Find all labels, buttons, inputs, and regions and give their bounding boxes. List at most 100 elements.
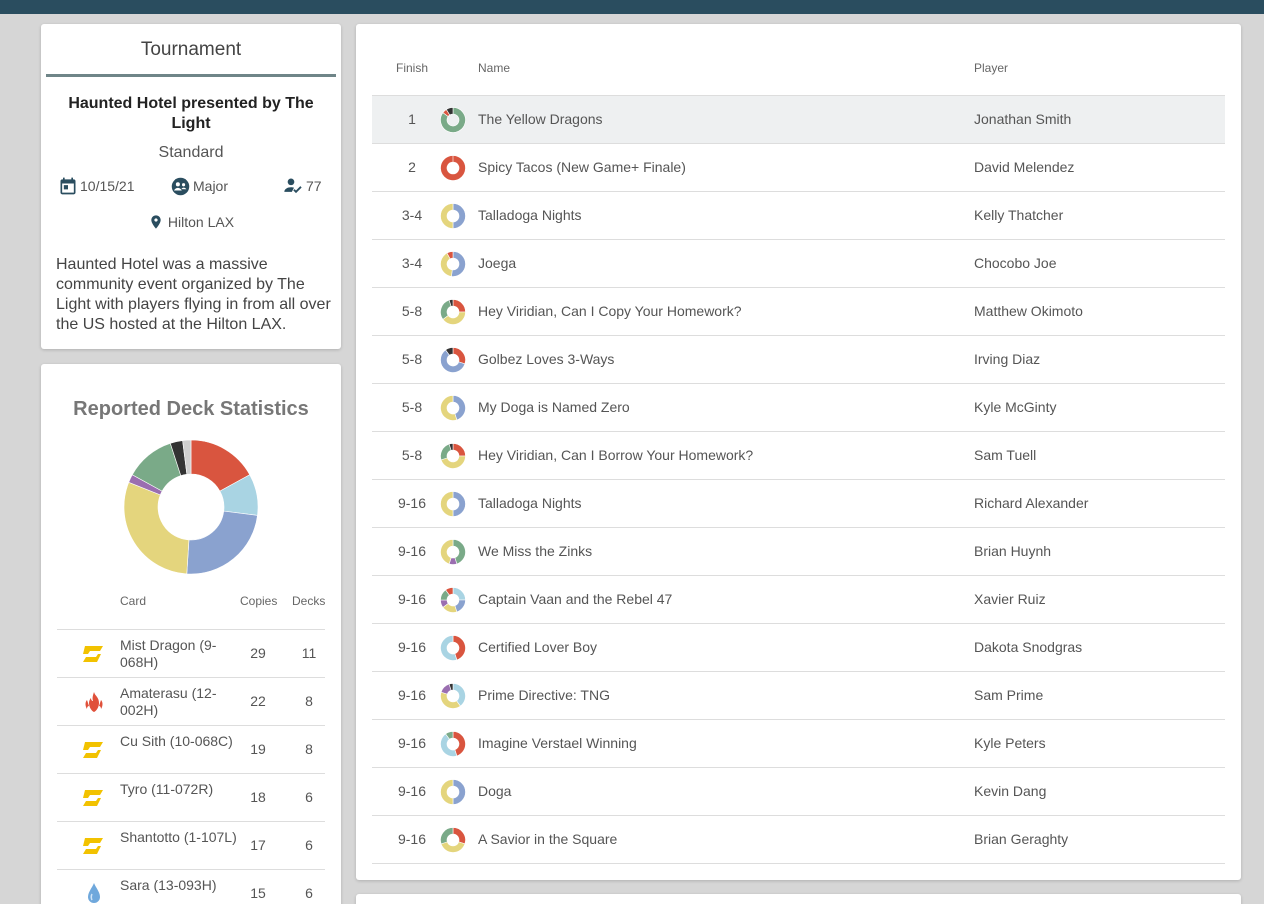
tournament-name: Haunted Hotel presented by The Light	[68, 95, 314, 132]
result-row[interactable]: 3-4 Joega Chocobo Joe	[372, 239, 1225, 287]
result-deck-name[interactable]: Talladoga Nights	[478, 495, 582, 511]
water-element-icon	[81, 882, 107, 904]
deck-color-slice-0	[451, 251, 466, 277]
stat-copies: 17	[250, 837, 266, 853]
result-player-name[interactable]: Kevin Dang	[974, 783, 1046, 799]
result-deck-name[interactable]: Imagine Verstael Winning	[478, 735, 637, 751]
result-row[interactable]: 5-8 My Doga is Named Zero Kyle McGinty	[372, 383, 1225, 431]
result-finish: 9-16	[397, 639, 427, 655]
result-player-name[interactable]: Sam Prime	[974, 687, 1043, 703]
stat-card-name[interactable]: Sara (13-093H)	[120, 877, 240, 894]
deck-color-slice-0	[452, 779, 466, 805]
result-player-name[interactable]: Matthew Okimoto	[974, 303, 1083, 319]
deck-color-slice-1	[440, 203, 454, 229]
stat-copies: 19	[250, 741, 266, 757]
deck-color-slice-1	[440, 841, 466, 853]
stat-copies: 29	[250, 645, 266, 661]
stat-row[interactable]: Mist Dragon (9-068H) 29 11	[57, 629, 325, 677]
col-header-decks[interactable]: Decks	[292, 594, 325, 608]
result-deck-name[interactable]: Spicy Tacos (New Game+ Finale)	[478, 159, 686, 175]
result-player-name[interactable]: Brian Huynh	[974, 543, 1051, 559]
col-header-finish[interactable]: Finish	[396, 61, 428, 75]
result-player-name[interactable]: Jonathan Smith	[974, 111, 1071, 127]
result-deck-name[interactable]: Joega	[478, 255, 516, 271]
result-row[interactable]: 5-8 Golbez Loves 3-Ways Irving Diaz	[372, 335, 1225, 383]
col-header-copies[interactable]: Copies	[240, 594, 277, 608]
result-player-name[interactable]: Chocobo Joe	[974, 255, 1057, 271]
result-deck-name[interactable]: Prime Directive: TNG	[478, 687, 610, 703]
tournament-date: 10/15/21	[58, 174, 135, 198]
result-row[interactable]: 9-16 A Savior in the Square Brian Geragh…	[372, 815, 1225, 863]
stat-row[interactable]: Cu Sith (10-068C) 19 8	[57, 725, 325, 773]
col-header-card[interactable]: Card	[120, 594, 146, 608]
result-row[interactable]: 9-16 We Miss the Zinks Brian Huynh	[372, 527, 1225, 575]
deck-color-slice-0	[452, 491, 466, 517]
stat-card-name[interactable]: Cu Sith (10-068C)	[120, 733, 240, 750]
deck-color-slice-0	[440, 155, 466, 181]
result-row[interactable]: 1 The Yellow Dragons Jonathan Smith	[372, 95, 1225, 143]
result-player-name[interactable]: Sam Tuell	[974, 447, 1036, 463]
result-row[interactable]: 2 Spicy Tacos (New Game+ Finale) David M…	[372, 143, 1225, 191]
result-row[interactable]: 3-4 Talladoga Nights Kelly Thatcher	[372, 191, 1225, 239]
deck-color-slice-0	[452, 299, 466, 313]
result-deck-name[interactable]: Certified Lover Boy	[478, 639, 597, 655]
deck-colors-donut-icon	[440, 107, 466, 133]
result-row[interactable]: 9-16 Certified Lover Boy Dakota Snodgras	[372, 623, 1225, 671]
result-finish: 5-8	[401, 447, 423, 463]
result-row[interactable]: 9-16 Prime Directive: TNG Sam Prime	[372, 671, 1225, 719]
result-deck-name[interactable]: A Savior in the Square	[478, 831, 617, 847]
deck-color-slice-2	[440, 299, 452, 320]
stat-row[interactable]: Tyro (11-072R) 18 6	[57, 773, 325, 821]
result-finish: 5-8	[401, 303, 423, 319]
card-distribution-donut-chart	[123, 439, 259, 575]
col-header-player[interactable]: Player	[974, 61, 1008, 75]
result-deck-name[interactable]: My Doga is Named Zero	[478, 399, 630, 415]
deck-color-slice-0	[452, 587, 466, 601]
distribution-slice-3	[123, 481, 190, 575]
result-finish: 9-16	[397, 831, 427, 847]
stat-card-name[interactable]: Amaterasu (12-002H)	[120, 685, 240, 719]
tournament-card-header: Tournament	[46, 39, 336, 77]
stat-copies: 22	[250, 693, 266, 709]
result-player-name[interactable]: Richard Alexander	[974, 495, 1088, 511]
stat-card-name[interactable]: Shantotto (1-107L)	[120, 829, 240, 846]
result-player-name[interactable]: Irving Diaz	[974, 351, 1040, 367]
result-player-name[interactable]: David Melendez	[974, 159, 1074, 175]
stat-card-name[interactable]: Mist Dragon (9-068H)	[120, 637, 240, 671]
result-row[interactable]: 5-8 Hey Viridian, Can I Copy Your Homewo…	[372, 287, 1225, 335]
stat-card-name[interactable]: Tyro (11-072R)	[120, 781, 240, 798]
top-nav-bar	[0, 0, 1264, 14]
deck-color-slice-0	[452, 347, 466, 365]
lightning-element-icon	[81, 738, 107, 762]
result-deck-name[interactable]: Golbez Loves 3-Ways	[478, 351, 614, 367]
result-player-name[interactable]: Kelly Thatcher	[974, 207, 1063, 223]
result-row[interactable]: 9-16 Doga Kevin Dang	[372, 767, 1225, 815]
result-deck-name[interactable]: Talladoga Nights	[478, 207, 582, 223]
result-deck-name[interactable]: The Yellow Dragons	[478, 111, 603, 127]
deck-colors-donut-icon	[440, 395, 466, 421]
result-player-name[interactable]: Xavier Ruiz	[974, 591, 1046, 607]
deck-colors-donut-icon	[440, 731, 466, 757]
result-row[interactable]: 9-16 Talladoga Nights Richard Alexander	[372, 479, 1225, 527]
result-player-name[interactable]: Brian Geraghty	[974, 831, 1068, 847]
result-deck-name[interactable]: We Miss the Zinks	[478, 543, 592, 559]
distribution-slice-2	[186, 510, 258, 575]
result-player-name[interactable]: Kyle McGinty	[974, 399, 1056, 415]
deck-statistics-card: Reported Deck Statistics Card Copies Dec…	[41, 364, 341, 904]
stat-row[interactable]: Amaterasu (12-002H) 22 8	[57, 677, 325, 725]
result-player-name[interactable]: Kyle Peters	[974, 735, 1046, 751]
stat-row[interactable]: Shantotto (1-107L) 17 6	[57, 821, 325, 869]
result-row[interactable]: 5-8 Hey Viridian, Can I Borrow Your Home…	[372, 431, 1225, 479]
col-header-name[interactable]: Name	[478, 61, 510, 75]
result-row[interactable]: 9-16 Captain Vaan and the Rebel 47 Xavie…	[372, 575, 1225, 623]
result-deck-name[interactable]: Hey Viridian, Can I Copy Your Homework?	[478, 303, 742, 319]
location-pin-icon	[151, 215, 161, 229]
result-deck-name[interactable]: Captain Vaan and the Rebel 47	[478, 591, 672, 607]
result-finish: 9-16	[397, 735, 427, 751]
result-deck-name[interactable]: Hey Viridian, Can I Borrow Your Homework…	[478, 447, 753, 463]
stat-row[interactable]: Sara (13-093H) 15 6	[57, 869, 325, 904]
tournament-tier-text: Major	[193, 178, 229, 194]
result-player-name[interactable]: Dakota Snodgras	[974, 639, 1082, 655]
result-deck-name[interactable]: Doga	[478, 783, 511, 799]
result-row[interactable]: 9-16 Imagine Verstael Winning Kyle Peter…	[372, 719, 1225, 767]
